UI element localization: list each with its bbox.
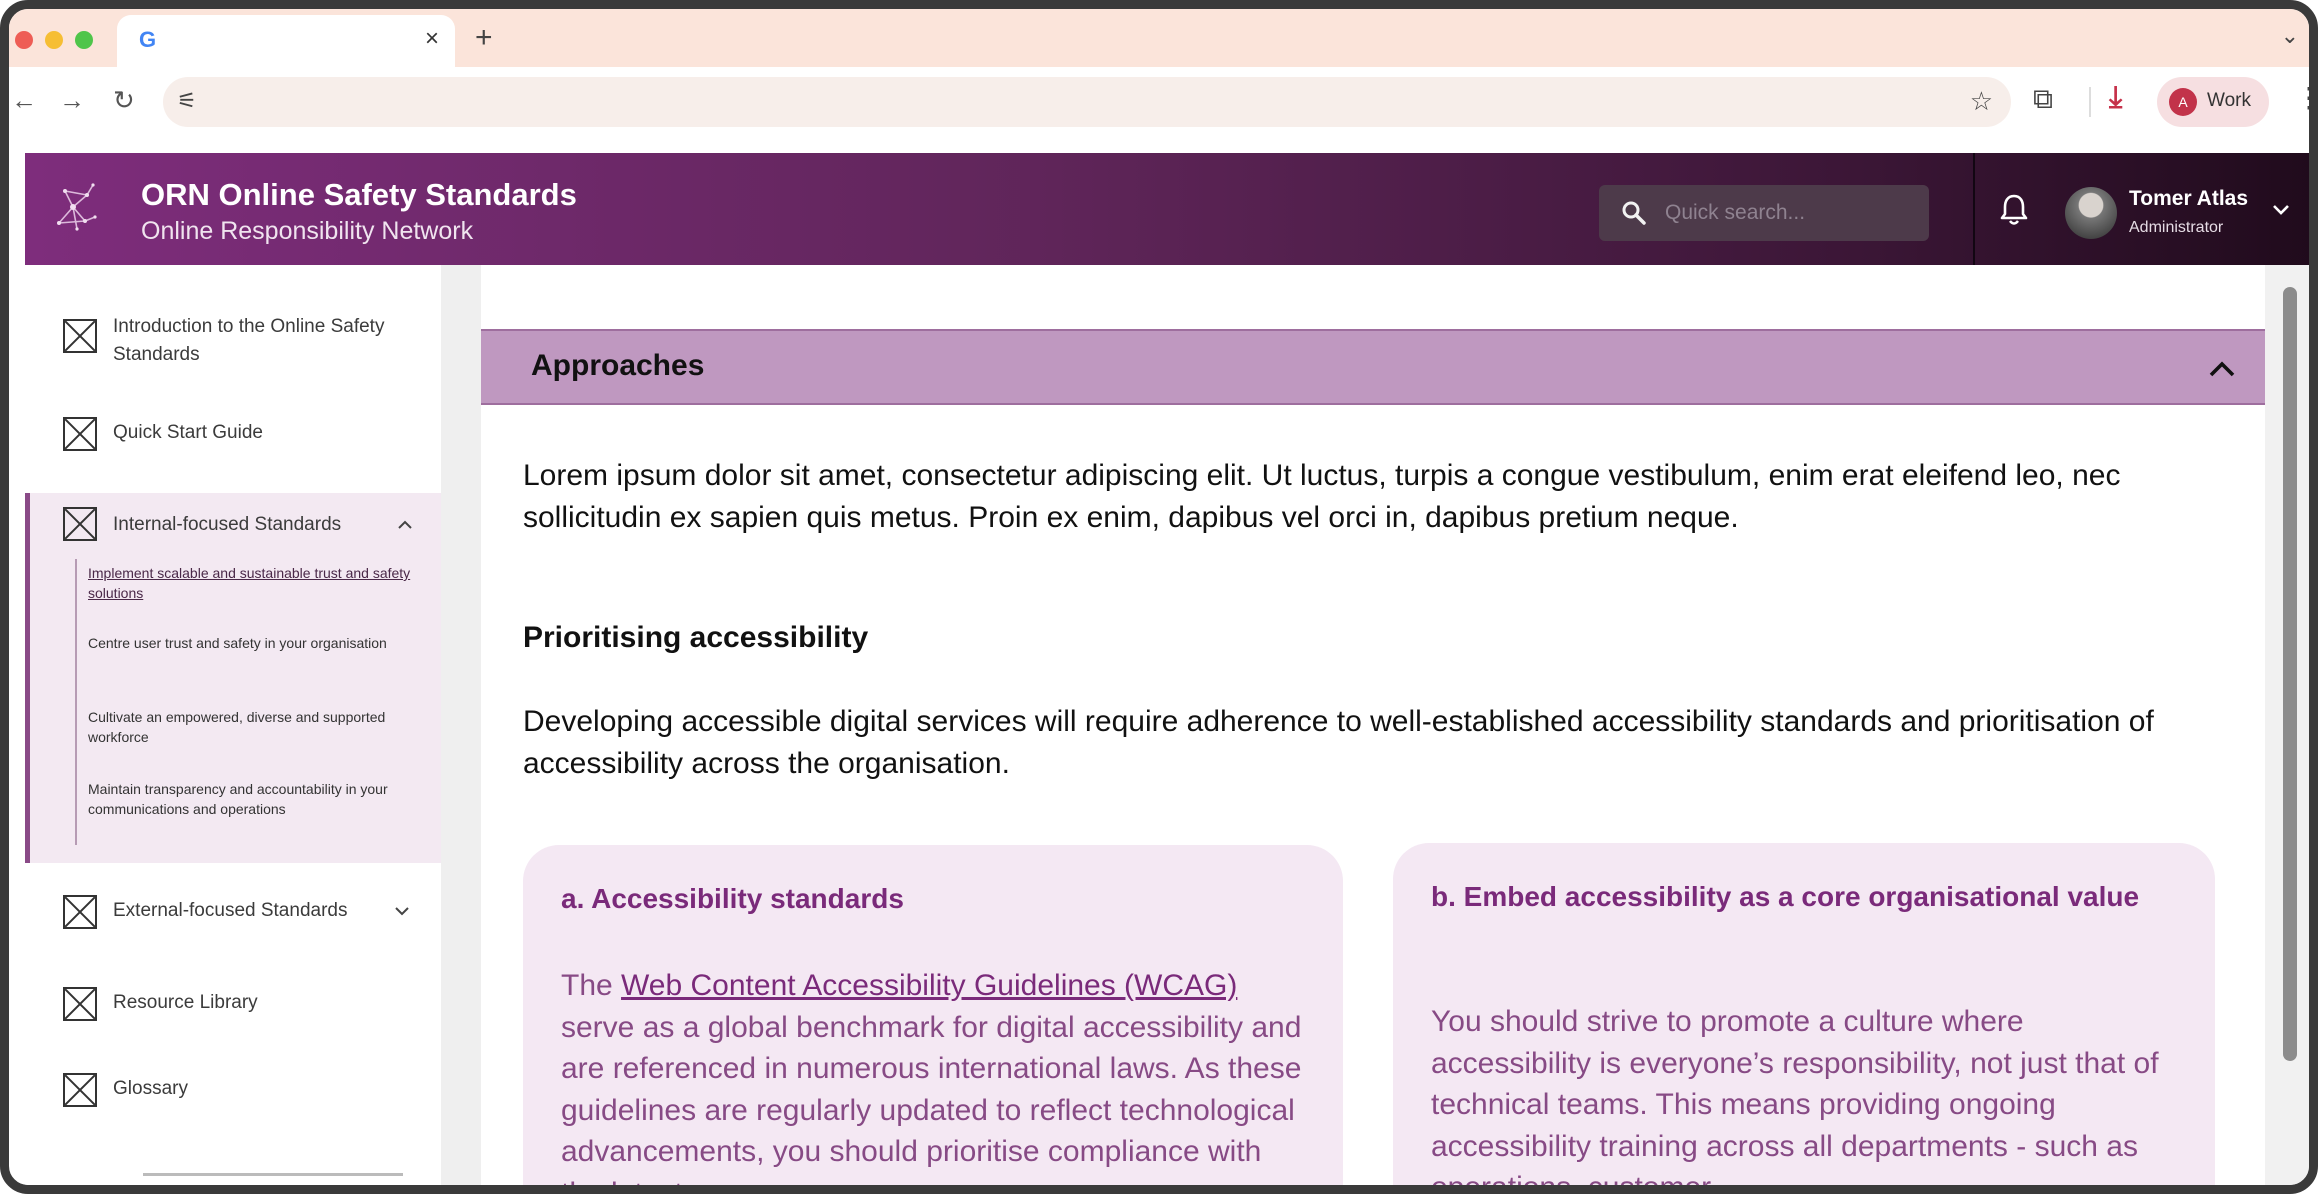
submenu-item-user-trust[interactable]: Centre user trust and safety in your org… xyxy=(88,633,418,653)
submenu-item-scalable-solutions[interactable]: Implement scalable and sustainable trust… xyxy=(88,563,418,603)
profile-button[interactable]: A Work xyxy=(2157,77,2269,127)
approaches-accordion-header[interactable]: Approaches xyxy=(481,329,2265,405)
browser-toolbar: ← → ↻ ⚟ ☆ ⧉ ⤓ A Work ⋮ xyxy=(9,67,2309,137)
user-name: Tomer Atlas xyxy=(2129,187,2249,210)
sidebar-item-external-standards[interactable]: External-focused Standards xyxy=(25,893,441,933)
quick-search-input[interactable] xyxy=(1665,195,1915,231)
sidebar-item-label: Internal-focused Standards xyxy=(113,514,342,535)
placeholder-image-icon xyxy=(63,1073,97,1107)
card-accessibility-standards: a. Accessibility standards The Web Conte… xyxy=(523,845,1343,1194)
chevron-up-icon[interactable] xyxy=(396,519,414,531)
sidebar-item-label: Glossary xyxy=(113,1078,188,1099)
submenu-guide-line xyxy=(75,559,77,845)
app-header: ORN Online Safety Standards Online Respo… xyxy=(25,153,2309,265)
sidebar-item-label: Introduction to the Online Safety Standa… xyxy=(113,316,385,365)
sidebar-item-label: Quick Start Guide xyxy=(113,422,263,443)
toolbar-divider xyxy=(2089,87,2091,117)
tab-search-chevron-icon[interactable]: ⌄ xyxy=(2281,23,2299,49)
browser-window: G × + ⌄ ← → ↻ ⚟ ☆ ⧉ ⤓ A Work ⋮ xyxy=(0,0,2318,1194)
site-info-icon[interactable]: ⚟ xyxy=(177,88,197,114)
placeholder-image-icon xyxy=(63,895,97,929)
placeholder-image-icon xyxy=(63,319,97,353)
submenu-item-workforce[interactable]: Cultivate an empowered, diverse and supp… xyxy=(88,707,418,747)
user-avatar[interactable] xyxy=(2065,187,2117,239)
section-paragraph: Developing accessible digital services w… xyxy=(523,705,2154,780)
sidebar-item-quick-start[interactable]: Quick Start Guide xyxy=(25,415,441,455)
main-content: Approaches Lorem ipsum dolor sit amet, c… xyxy=(481,265,2265,1194)
orn-logo-icon xyxy=(57,183,97,231)
window-close-button[interactable] xyxy=(15,31,33,49)
placeholder-image-icon xyxy=(63,507,97,541)
card-title: b. Embed accessibility as a core organis… xyxy=(1431,881,2140,912)
sidebar-item-glossary[interactable]: Glossary xyxy=(25,1071,441,1111)
tab-close-icon[interactable]: × xyxy=(425,25,439,53)
card-text-body: serve as a global benchmark for digital … xyxy=(561,1010,1302,1194)
wcag-link[interactable]: Web Content Accessibility Guidelines (WC… xyxy=(621,969,1237,1002)
card-text: You should strive to promote a culture w… xyxy=(1431,1005,2159,1194)
sidebar-divider xyxy=(143,1173,403,1176)
placeholder-image-icon xyxy=(63,987,97,1021)
notification-bell-icon[interactable] xyxy=(1999,193,2029,227)
chevron-up-icon[interactable] xyxy=(2207,359,2237,379)
user-role: Administrator xyxy=(2129,219,2224,236)
scrollbar-thumb[interactable] xyxy=(2283,287,2297,1061)
sidebar-item-internal-standards[interactable]: Internal-focused Standards Implement sca… xyxy=(25,493,441,863)
app-subtitle: Online Responsibility Network xyxy=(141,217,474,245)
card-text-prefix: The xyxy=(561,969,622,1002)
profile-label: Work xyxy=(2207,90,2251,111)
intro-paragraph: Lorem ipsum dolor sit amet, consectetur … xyxy=(523,459,2121,534)
reload-button[interactable]: ↻ xyxy=(113,85,135,116)
browser-menu-icon[interactable]: ⋮ xyxy=(2295,81,2309,114)
sidebar-nav: Introduction to the Online Safety Standa… xyxy=(25,265,441,1185)
new-tab-button[interactable]: + xyxy=(475,21,493,55)
quick-search-box[interactable] xyxy=(1599,185,1929,241)
search-icon xyxy=(1622,201,1646,225)
sidebar-edge xyxy=(441,265,481,1185)
profile-avatar: A xyxy=(2169,88,2197,116)
google-favicon-icon: G xyxy=(139,27,157,52)
window-maximize-button[interactable] xyxy=(75,31,93,49)
card-text: The Web Content Accessibility Guidelines… xyxy=(561,965,1311,1194)
sidebar-item-resource-library[interactable]: Resource Library xyxy=(25,985,441,1025)
window-minimize-button[interactable] xyxy=(45,31,63,49)
user-menu-chevron-down-icon[interactable] xyxy=(2271,203,2291,217)
forward-button[interactable]: → xyxy=(59,85,85,116)
sidebar-item-introduction[interactable]: Introduction to the Online Safety Standa… xyxy=(25,313,441,383)
chevron-down-icon[interactable] xyxy=(393,905,411,917)
section-heading: Prioritising accessibility xyxy=(523,621,869,654)
sidebar-item-label: External-focused Standards xyxy=(113,900,348,921)
accordion-title: Approaches xyxy=(531,349,705,382)
back-button[interactable]: ← xyxy=(11,85,37,116)
page-scrollbar[interactable] xyxy=(2265,265,2309,1185)
card-title: a. Accessibility standards xyxy=(561,883,904,914)
sidebar-item-label: Resource Library xyxy=(113,992,258,1013)
address-bar[interactable]: ⚟ ☆ xyxy=(163,77,2011,127)
download-icon[interactable]: ⤓ xyxy=(2109,81,2122,115)
bookmark-star-icon[interactable]: ☆ xyxy=(1970,86,1993,117)
extensions-icon[interactable]: ⧉ xyxy=(2033,83,2053,116)
placeholder-image-icon xyxy=(63,417,97,451)
browser-tab[interactable]: G × xyxy=(117,15,455,67)
tab-strip: G × + ⌄ xyxy=(9,9,2309,67)
app-title: ORN Online Safety Standards xyxy=(141,177,577,212)
submenu-item-transparency[interactable]: Maintain transparency and accountability… xyxy=(88,779,418,819)
card-embed-accessibility: b. Embed accessibility as a core organis… xyxy=(1393,843,2215,1194)
header-divider xyxy=(1973,153,1975,265)
